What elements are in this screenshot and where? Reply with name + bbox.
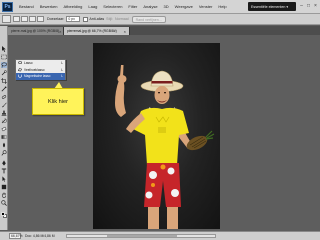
menu-filter[interactable]: Filter bbox=[125, 4, 140, 9]
eyedropper-tool-icon[interactable] bbox=[1, 86, 7, 92]
crop-tool-icon[interactable] bbox=[1, 78, 7, 84]
status-bar: 66,67% Doc: 4,86 M/4,86 M bbox=[0, 231, 320, 240]
menu-bestand[interactable]: Bestand bbox=[16, 4, 37, 9]
magnetic-lasso-icon bbox=[18, 74, 22, 78]
document-size-info[interactable]: Doc: 4,86 M/4,86 M bbox=[25, 234, 55, 238]
dodge-tool-icon[interactable] bbox=[1, 150, 7, 156]
menu-item-label: Magnetische lasso bbox=[24, 74, 51, 79]
menu-item-shortcut: L bbox=[61, 67, 63, 72]
blur-tool-icon[interactable] bbox=[1, 142, 7, 148]
lasso-tool-preset-icon[interactable] bbox=[2, 15, 11, 23]
menu-bewerken[interactable]: Bewerken bbox=[37, 4, 61, 9]
tab-label: pierremal.jpg @ 66,7% (RGB/8#) bbox=[67, 29, 117, 33]
close-window-button[interactable]: × bbox=[313, 3, 318, 9]
path-selection-tool-icon[interactable] bbox=[1, 176, 7, 182]
subtract-selection-icon[interactable] bbox=[29, 16, 36, 22]
document-tabs: pierre-mal.jpg @ 100% (RGB/8) × pierrema… bbox=[8, 26, 320, 35]
tab-pierre-mal[interactable]: pierre-mal.jpg @ 100% (RGB/8) × bbox=[8, 27, 64, 35]
menu-bar: Ps Bestand Bewerken Afbeelding Laag Sele… bbox=[0, 0, 320, 14]
brush-tool-icon[interactable] bbox=[1, 102, 7, 108]
workspace-switcher[interactable]: Essentiële elementen ▾ bbox=[248, 2, 296, 11]
eraser-tool-icon[interactable] bbox=[1, 126, 7, 132]
menu-afbeelding[interactable]: Afbeelding bbox=[60, 4, 85, 9]
menu-selecteren[interactable]: Selecteren bbox=[100, 4, 125, 9]
zoom-tool-icon[interactable] bbox=[1, 200, 7, 206]
menu-item-label: Veelhoeklasso bbox=[24, 67, 45, 72]
anti-alias-label: Anti-alias bbox=[89, 17, 105, 21]
clone-stamp-tool-icon[interactable] bbox=[1, 110, 7, 116]
close-tab-icon[interactable]: × bbox=[59, 29, 61, 34]
type-tool-icon[interactable] bbox=[1, 168, 7, 174]
options-bar: Doezelaar: 0 px Anti-alias Stijl: Normaa… bbox=[0, 14, 320, 25]
lasso-tools-flyout: Lasso L Veelhoeklasso L Magnetische lass… bbox=[15, 59, 66, 80]
feather-label: Doezelaar: bbox=[47, 17, 65, 21]
menu-item-magnetic-lasso[interactable]: Magnetische lasso L bbox=[16, 73, 65, 80]
tools-panel bbox=[0, 26, 8, 230]
lasso-icon bbox=[18, 61, 23, 65]
new-selection-icon[interactable] bbox=[13, 16, 20, 22]
marquee-tool-icon[interactable] bbox=[1, 54, 7, 60]
menu-item-shortcut: L bbox=[61, 74, 63, 79]
intersect-selection-icon[interactable] bbox=[37, 16, 44, 22]
refine-edge-button[interactable]: Rand verfijnen... bbox=[131, 15, 166, 23]
close-tab-icon[interactable]: × bbox=[124, 29, 126, 34]
menu-item-label: Lasso bbox=[24, 61, 33, 66]
gradient-tool-icon[interactable] bbox=[1, 134, 7, 140]
menu-item-shortcut: L bbox=[61, 61, 63, 66]
maximize-button[interactable]: □ bbox=[306, 3, 311, 9]
tab-pierremal[interactable]: pierremal.jpg @ 66,7% (RGB/8#) × bbox=[64, 27, 130, 35]
menu-weergave[interactable]: Weergave bbox=[172, 4, 196, 9]
zoom-level-field[interactable]: 66,67% bbox=[9, 233, 23, 239]
tab-label: pierre-mal.jpg @ 100% (RGB/8) bbox=[11, 29, 60, 33]
move-tool-icon[interactable] bbox=[1, 46, 7, 52]
history-brush-tool-icon[interactable] bbox=[1, 118, 7, 124]
pen-tool-icon[interactable] bbox=[1, 160, 7, 166]
scrollbar-thumb[interactable] bbox=[107, 235, 177, 237]
add-to-selection-icon[interactable] bbox=[21, 16, 28, 22]
horizontal-scrollbar[interactable] bbox=[66, 234, 216, 238]
minimize-button[interactable]: – bbox=[299, 3, 304, 9]
foreground-color-swatch[interactable] bbox=[1, 212, 5, 216]
callout-text: Klik hier bbox=[32, 88, 84, 115]
feather-input[interactable]: 0 px bbox=[66, 16, 81, 22]
anti-alias-checkbox[interactable] bbox=[83, 16, 89, 22]
polygonal-lasso-icon bbox=[18, 67, 22, 72]
lasso-tool-icon[interactable] bbox=[1, 62, 7, 68]
menu-analyse[interactable]: Analyse bbox=[140, 4, 160, 9]
menu-laag[interactable]: Laag bbox=[85, 4, 100, 9]
hand-tool-icon[interactable] bbox=[1, 192, 7, 198]
instruction-callout: Klik hier bbox=[32, 82, 84, 115]
style-label: Stijl: bbox=[106, 17, 113, 21]
menu-help[interactable]: Help bbox=[215, 4, 229, 9]
healing-brush-tool-icon[interactable] bbox=[1, 94, 7, 100]
photoshop-logo: Ps bbox=[2, 1, 13, 12]
menu-venster[interactable]: Venster bbox=[196, 4, 216, 9]
quick-select-tool-icon[interactable] bbox=[1, 70, 7, 76]
shape-tool-icon[interactable] bbox=[1, 184, 7, 190]
document-photo[interactable] bbox=[93, 43, 220, 229]
man-with-sombrero-illustration bbox=[115, 65, 215, 229]
menu-3d[interactable]: 3D bbox=[161, 4, 172, 9]
style-select[interactable]: Normaal bbox=[115, 17, 129, 21]
